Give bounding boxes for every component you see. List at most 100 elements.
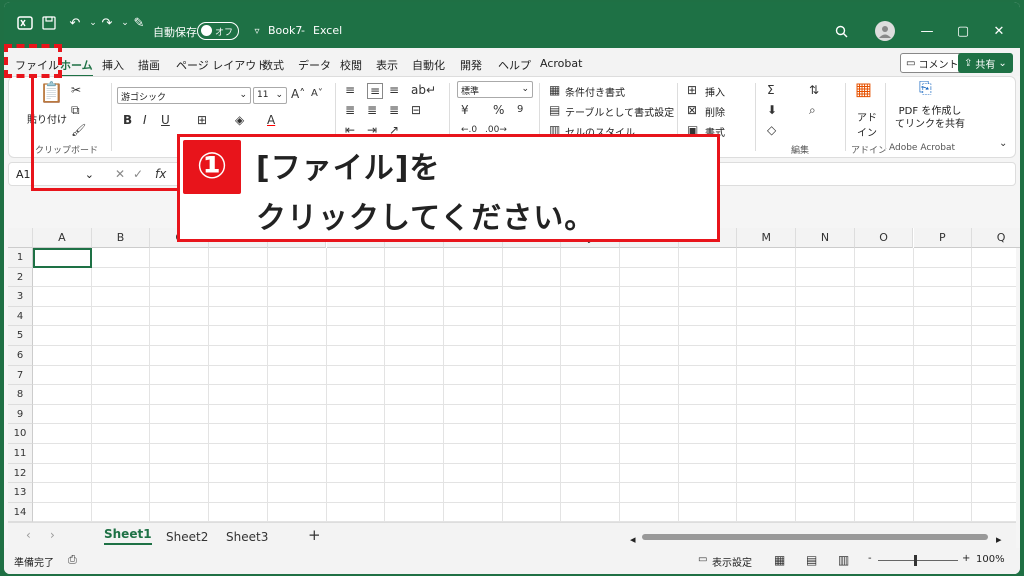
- clear-icon[interactable]: ◇: [767, 123, 776, 137]
- column-header[interactable]: B: [91, 228, 151, 248]
- normal-view-icon[interactable]: ▦: [774, 553, 785, 567]
- bold-icon[interactable]: B: [123, 113, 132, 127]
- cut-icon[interactable]: ✂: [71, 83, 81, 97]
- tab-review[interactable]: 校閲: [340, 57, 362, 73]
- cond-format-icon[interactable]: ▦: [549, 83, 560, 97]
- format-painter-title-icon[interactable]: ✎: [130, 14, 148, 32]
- delete-cells-label[interactable]: 削除: [705, 104, 725, 119]
- addins-label[interactable]: アド イン: [857, 109, 877, 139]
- delete-cells-icon[interactable]: ⊠: [687, 103, 697, 117]
- paste-icon[interactable]: 📋: [39, 82, 64, 102]
- tab-page-layout[interactable]: ページ レイアウト: [176, 57, 267, 73]
- prev-sheet-icon[interactable]: ‹: [26, 528, 31, 542]
- tab-view[interactable]: 表示: [376, 57, 398, 73]
- tab-help[interactable]: ヘルプ: [498, 57, 531, 73]
- cond-format-label[interactable]: 条件付き書式: [565, 84, 625, 99]
- row-header[interactable]: 6: [8, 346, 33, 366]
- share-button[interactable]: ⇪ 共有 ⌄: [958, 53, 1013, 73]
- pdf-share-icon[interactable]: ⎘: [919, 80, 932, 96]
- tab-data[interactable]: データ: [298, 57, 331, 73]
- row-header[interactable]: 10: [8, 424, 33, 444]
- confirm-entry-icon[interactable]: ✓: [133, 167, 143, 181]
- tab-draw[interactable]: 描画: [138, 57, 160, 73]
- ribbon-collapse-icon[interactable]: ⌄: [999, 137, 1007, 151]
- insert-cells-icon[interactable]: ⊞: [687, 83, 697, 97]
- fill-color-icon[interactable]: ◈: [235, 113, 244, 127]
- qat-customize-icon[interactable]: ▿: [248, 22, 266, 40]
- save-icon[interactable]: [40, 14, 58, 32]
- row-header[interactable]: 5: [8, 326, 33, 346]
- row-header[interactable]: 12: [8, 463, 33, 484]
- row-header[interactable]: 4: [8, 306, 33, 327]
- active-cell-a1[interactable]: [33, 248, 92, 268]
- underline-icon[interactable]: U: [161, 113, 170, 127]
- number-format-combo[interactable]: 標準 ⌄: [457, 81, 533, 98]
- insert-cells-label[interactable]: 挿入: [705, 84, 725, 99]
- tab-automate[interactable]: 自動化: [412, 57, 445, 73]
- borders-icon[interactable]: ⊞: [197, 113, 207, 127]
- horizontal-scroll-left-icon[interactable]: ◂: [630, 533, 638, 546]
- tab-developer[interactable]: 開発: [460, 57, 482, 73]
- minimize-icon[interactable]: —: [918, 22, 936, 40]
- tab-insert[interactable]: 挿入: [102, 57, 124, 73]
- sheet-tab-sheet2[interactable]: Sheet2: [166, 530, 208, 544]
- align-center-icon[interactable]: ≣: [367, 103, 377, 117]
- increase-font-icon[interactable]: A˄: [291, 87, 305, 101]
- page-layout-view-icon[interactable]: ▤: [806, 553, 817, 567]
- autosum-icon[interactable]: Σ: [767, 83, 775, 97]
- row-header[interactable]: 3: [8, 287, 33, 307]
- currency-icon[interactable]: ¥: [461, 103, 469, 117]
- maximize-icon[interactable]: ▢: [954, 22, 972, 40]
- row-header[interactable]: 14: [8, 502, 33, 523]
- tab-formulas[interactable]: 数式: [262, 57, 284, 73]
- align-bottom-icon[interactable]: ≡: [389, 83, 399, 97]
- format-painter-icon[interactable]: 🖌: [71, 123, 86, 137]
- zoom-level[interactable]: 100%: [976, 554, 1005, 565]
- zoom-in-button[interactable]: +: [962, 553, 970, 564]
- macro-record-icon[interactable]: ⎙: [68, 553, 77, 567]
- close-icon[interactable]: ✕: [990, 22, 1008, 40]
- percent-icon[interactable]: %: [493, 103, 504, 117]
- sheet-tab-sheet1[interactable]: Sheet1: [104, 527, 152, 545]
- font-name-combo[interactable]: 游ゴシック ⌄: [117, 87, 251, 104]
- column-header[interactable]: P: [913, 228, 973, 248]
- align-middle-icon[interactable]: ≡: [367, 83, 384, 99]
- zoom-out-button[interactable]: -: [868, 553, 872, 564]
- horizontal-scrollbar[interactable]: [642, 534, 988, 540]
- row-header[interactable]: 13: [8, 483, 33, 503]
- table-format-icon[interactable]: ▤: [549, 103, 560, 117]
- next-sheet-icon[interactable]: ›: [50, 528, 55, 542]
- font-color-icon[interactable]: A: [267, 113, 275, 127]
- row-header[interactable]: 7: [8, 365, 33, 386]
- select-all-corner[interactable]: [8, 228, 33, 248]
- comma-icon[interactable]: 9: [517, 103, 523, 117]
- display-settings-icon[interactable]: ▭: [698, 553, 707, 567]
- name-box[interactable]: A1 ⌄: [13, 166, 97, 183]
- column-header[interactable]: N: [796, 228, 855, 248]
- merge-center-icon[interactable]: ⊟: [411, 103, 421, 117]
- cancel-entry-icon[interactable]: ✕: [115, 167, 125, 181]
- align-right-icon[interactable]: ≣: [389, 103, 399, 117]
- font-size-combo[interactable]: 11 ⌄: [253, 87, 287, 104]
- copy-icon[interactable]: ⧉: [71, 103, 80, 117]
- zoom-slider[interactable]: [878, 560, 958, 561]
- fill-icon[interactable]: ⬇: [767, 103, 777, 117]
- column-header[interactable]: A: [33, 228, 92, 248]
- sort-filter-icon[interactable]: ⇅: [809, 83, 819, 97]
- row-header[interactable]: 9: [8, 404, 33, 425]
- pdf-share-label[interactable]: PDF を作成し てリンクを共有: [895, 105, 965, 131]
- sheet-tab-sheet3[interactable]: Sheet3: [226, 530, 268, 544]
- redo-icon[interactable]: ↷: [98, 14, 116, 32]
- wrap-text-icon[interactable]: ab↵: [411, 83, 436, 97]
- decrease-font-icon[interactable]: A˅: [311, 87, 323, 101]
- align-top-icon[interactable]: ≡: [345, 83, 355, 97]
- page-break-view-icon[interactable]: ▥: [838, 553, 849, 567]
- zoom-slider-thumb[interactable]: [914, 555, 917, 566]
- avatar-icon[interactable]: [875, 21, 895, 41]
- comment-button[interactable]: ▭ コメント: [900, 53, 965, 73]
- insert-function-icon[interactable]: fx: [155, 167, 166, 181]
- undo-icon[interactable]: ↶: [66, 14, 84, 32]
- row-header[interactable]: 11: [8, 444, 33, 464]
- italic-icon[interactable]: I: [143, 113, 147, 127]
- row-header[interactable]: 2: [8, 267, 33, 288]
